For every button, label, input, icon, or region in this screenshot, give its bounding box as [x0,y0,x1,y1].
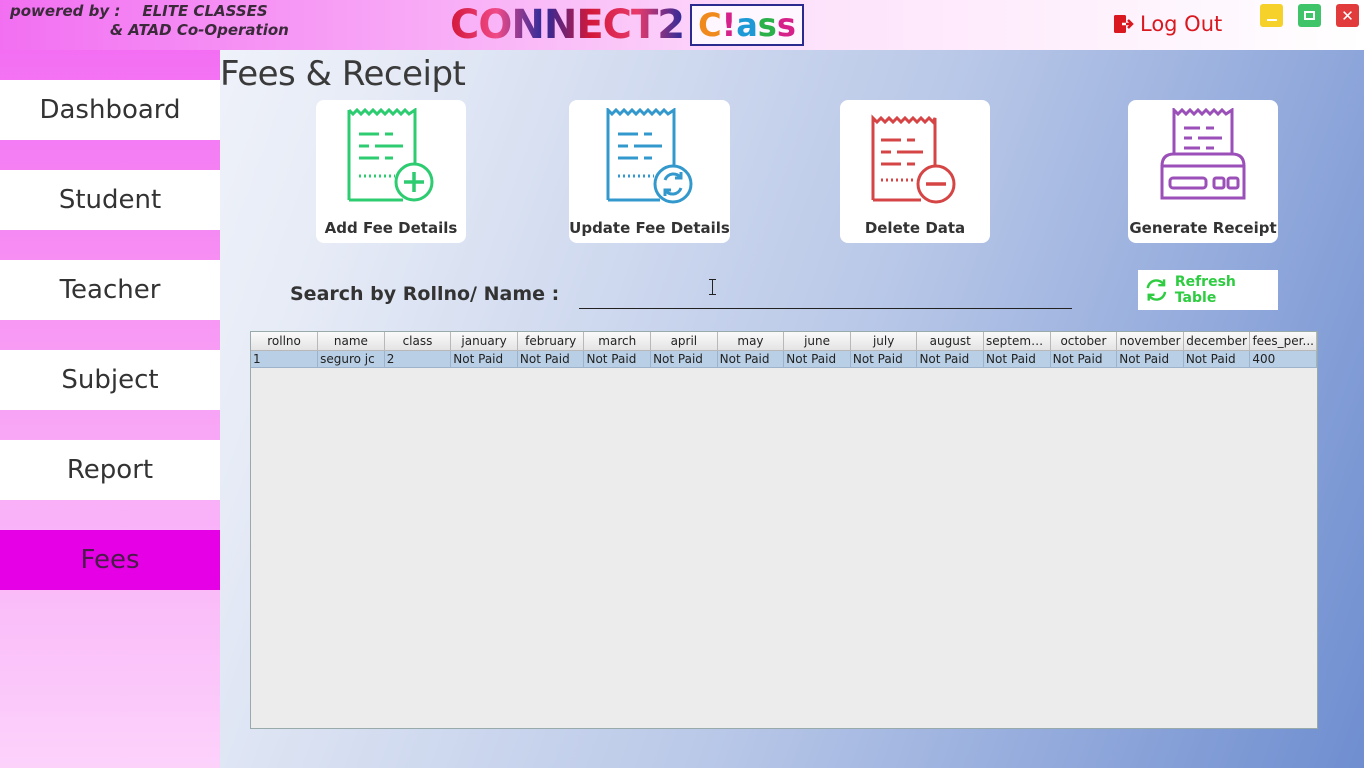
table-header-row: rollno name class january february march… [251,332,1317,351]
sidebar-item-report[interactable]: Report [0,440,220,500]
sidebar-item-label: Student [58,185,162,215]
delete-data-button[interactable]: Delete Data [840,100,990,243]
sidebar-item-teacher[interactable]: Teacher [0,260,220,320]
table-cell[interactable]: Not Paid [583,350,652,368]
refresh-table-button[interactable]: Refresh Table [1138,270,1278,310]
table-cell[interactable]: Not Paid [450,350,518,368]
generate-receipt-button[interactable]: Generate Receipt [1128,100,1278,243]
table-cell[interactable]: 1 [251,350,319,368]
logo-class-letter: s [757,6,777,44]
table-cell[interactable]: Not Paid [1183,350,1251,368]
logo-class-letter: C [698,6,722,44]
search-input[interactable] [579,276,1072,309]
column-header-march[interactable]: march [583,332,652,351]
app-logo: CONNECT2 C! a s s [450,2,804,48]
column-header-fees-per[interactable]: fees_per... [1249,332,1317,351]
generate-receipt-label: Generate Receipt [1129,219,1277,237]
column-header-december[interactable]: december [1183,332,1251,351]
column-header-april[interactable]: april [650,332,718,351]
column-header-rollno[interactable]: rollno [251,332,319,351]
table-cell[interactable]: Not Paid [650,350,718,368]
close-button[interactable]: ✕ [1336,4,1359,27]
table-cell[interactable]: Not Paid [983,350,1051,368]
table-cell[interactable]: 2 [384,350,452,368]
refresh-table-label: Refresh Table [1174,274,1236,306]
update-fee-details-label: Update Fee Details [569,219,730,237]
top-banner: powered by : ELITE CLASSES & ATAD Co-Oper… [0,0,1364,50]
powered-by-label: powered by : [10,2,121,20]
sidebar-item-label: Teacher [59,275,161,305]
sidebar-item-label: Subject [61,365,159,395]
logout-label: Log Out [1140,12,1223,36]
column-header-january[interactable]: january [450,332,518,351]
refresh-icon [1146,279,1167,301]
add-receipt-icon [347,108,434,202]
logout-icon [1114,15,1134,33]
column-header-october[interactable]: october [1050,332,1118,351]
table-cell[interactable]: Not Paid [1116,350,1184,368]
column-header-class[interactable]: class [384,332,452,351]
column-header-february[interactable]: february [517,332,585,351]
table-cell[interactable]: Not Paid [916,350,985,368]
logo-main-text: CONNECT2 [450,2,685,48]
table-cell[interactable]: Not Paid [783,350,851,368]
table-cell[interactable]: seguro jc [317,350,385,368]
search-label: Search by Rollno/ Name : [290,283,560,305]
maximize-icon [1304,11,1315,20]
fees-table[interactable]: rollno name class january february march… [250,331,1318,729]
sidebar-item-dashboard[interactable]: Dashboard [0,80,220,140]
table-cell[interactable]: Not Paid [717,350,785,368]
sidebar-item-subject[interactable]: Subject [0,350,220,410]
add-fee-details-button[interactable]: Add Fee Details [316,100,466,243]
table-cell[interactable]: 400 [1249,350,1317,368]
maximize-button[interactable] [1298,4,1321,27]
logo-class-letter: s [776,6,796,44]
column-header-november[interactable]: november [1116,332,1184,351]
sidebar-item-label: Dashboard [39,95,181,125]
logo-class-badge: C! a s s [690,4,804,46]
minimize-icon [1266,18,1277,21]
close-icon: ✕ [1341,6,1354,25]
powered-by-company: ELITE CLASSES [142,2,268,20]
printer-icon [1160,108,1246,200]
powered-by-text: powered by : ELITE CLASSES & ATAD Co-Oper… [10,2,289,40]
sidebar-item-label: Fees [80,545,140,575]
column-header-july[interactable]: july [850,332,918,351]
sidebar-item-label: Report [66,455,154,485]
powered-by-partner: & ATAD Co-Operation [110,21,289,39]
table-row[interactable]: 1 seguro jc 2 Not Paid Not Paid Not Paid… [251,350,1317,368]
column-header-name[interactable]: name [317,332,385,351]
sidebar-item-student[interactable]: Student [0,170,220,230]
text-cursor-icon [709,279,716,295]
update-receipt-icon [606,108,692,204]
add-fee-details-label: Add Fee Details [324,219,458,237]
table-cell[interactable]: Not Paid [850,350,918,368]
delete-receipt-icon [871,114,956,204]
sidebar-item-fees[interactable]: Fees [0,530,220,590]
column-header-september[interactable]: september [983,332,1051,351]
logo-class-letter: a [736,6,758,44]
column-header-may[interactable]: may [717,332,785,351]
logo-class-letter: ! [721,6,737,44]
page-title: Fees & Receipt [220,54,466,94]
column-header-june[interactable]: june [783,332,851,351]
table-cell[interactable]: Not Paid [1050,350,1118,368]
logout-button[interactable]: Log Out [1112,12,1222,36]
update-fee-details-button[interactable]: Update Fee Details [569,100,730,243]
minimize-button[interactable] [1260,4,1283,27]
table-cell[interactable]: Not Paid [517,350,585,368]
delete-data-label: Delete Data [864,219,966,237]
column-header-august[interactable]: august [916,332,985,351]
